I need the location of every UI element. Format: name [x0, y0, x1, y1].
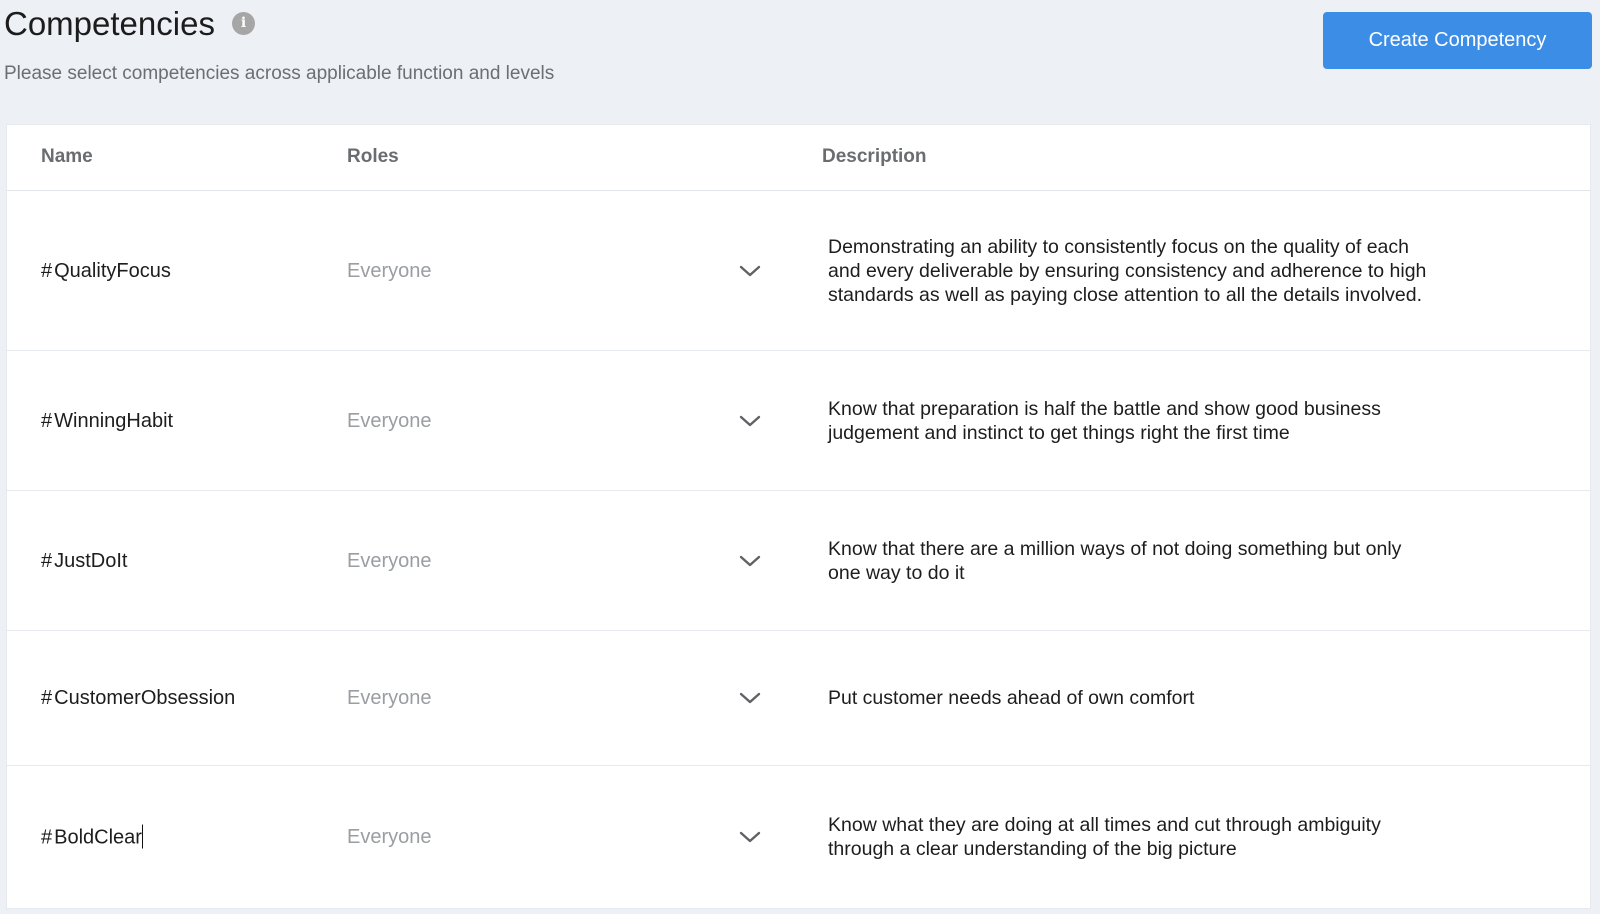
table-row: # QualityFocus Everyone Demonstrating an … [7, 191, 1590, 351]
competency-description: Demonstrating an ability to consistently… [828, 235, 1427, 306]
competency-description: Know that preparation is half the battle… [828, 397, 1381, 444]
table-row: # BoldClear Everyone Know what they are d… [7, 766, 1590, 908]
chevron-down-icon[interactable] [737, 259, 763, 283]
create-competency-button[interactable]: Create Competency [1323, 12, 1592, 69]
competency-name: JustDoIt [54, 549, 128, 572]
competency-description: Know that there are a million ways of no… [828, 537, 1402, 584]
chevron-down-icon[interactable] [737, 549, 763, 573]
text-cursor [141, 824, 144, 849]
competency-name-field[interactable]: # JustDoIt [41, 549, 127, 573]
hash-prefix: # [41, 259, 53, 282]
roles-dropdown[interactable]: Everyone [347, 541, 767, 581]
competency-name-field[interactable]: # BoldClear [41, 824, 144, 850]
competency-description: Know what they are doing at all times an… [828, 814, 1381, 860]
column-header-name: Name [41, 146, 93, 167]
table-row: # WinningHabit Everyone Know that prepara… [7, 351, 1590, 491]
competency-name: QualityFocus [54, 259, 171, 282]
roles-dropdown[interactable]: Everyone [347, 817, 767, 857]
hash-prefix: # [41, 409, 53, 432]
table-row: # JustDoIt Everyone Know that there are a… [7, 491, 1590, 631]
column-header-roles: Roles [347, 146, 399, 167]
competency-description: Put customer needs ahead of own comfort [828, 687, 1195, 709]
table-header: Name Roles Description [7, 125, 1590, 191]
chevron-down-icon[interactable] [737, 825, 763, 849]
competency-name: CustomerObsession [54, 687, 236, 709]
competency-name: BoldClear [54, 826, 142, 849]
competencies-table: Name Roles Description # QualityFocus Eve… [6, 124, 1591, 909]
info-icon[interactable]: i [232, 12, 255, 35]
roles-value: Everyone [347, 409, 432, 432]
roles-dropdown[interactable]: Everyone [347, 678, 767, 718]
page-subtitle: Please select competencies across applic… [4, 63, 555, 84]
hash-prefix: # [41, 549, 53, 572]
chevron-down-icon[interactable] [737, 409, 763, 433]
hash-prefix: # [41, 687, 53, 709]
roles-value: Everyone [347, 549, 432, 572]
column-header-description: Description [822, 146, 927, 167]
roles-dropdown[interactable]: Everyone [347, 401, 767, 441]
competency-name-field[interactable]: # QualityFocus [41, 259, 171, 283]
roles-value: Everyone [347, 687, 432, 709]
roles-value: Everyone [347, 259, 432, 282]
roles-dropdown[interactable]: Everyone [347, 251, 767, 291]
competency-name-field[interactable]: # WinningHabit [41, 409, 173, 433]
chevron-down-icon[interactable] [737, 686, 763, 710]
hash-prefix: # [41, 826, 53, 849]
table-row: # CustomerObsession Everyone Put customer… [7, 631, 1590, 766]
page-title: Competencies [4, 5, 215, 42]
competency-name-field[interactable]: # CustomerObsession [41, 686, 235, 710]
roles-value: Everyone [347, 826, 432, 848]
competency-name: WinningHabit [54, 409, 174, 432]
